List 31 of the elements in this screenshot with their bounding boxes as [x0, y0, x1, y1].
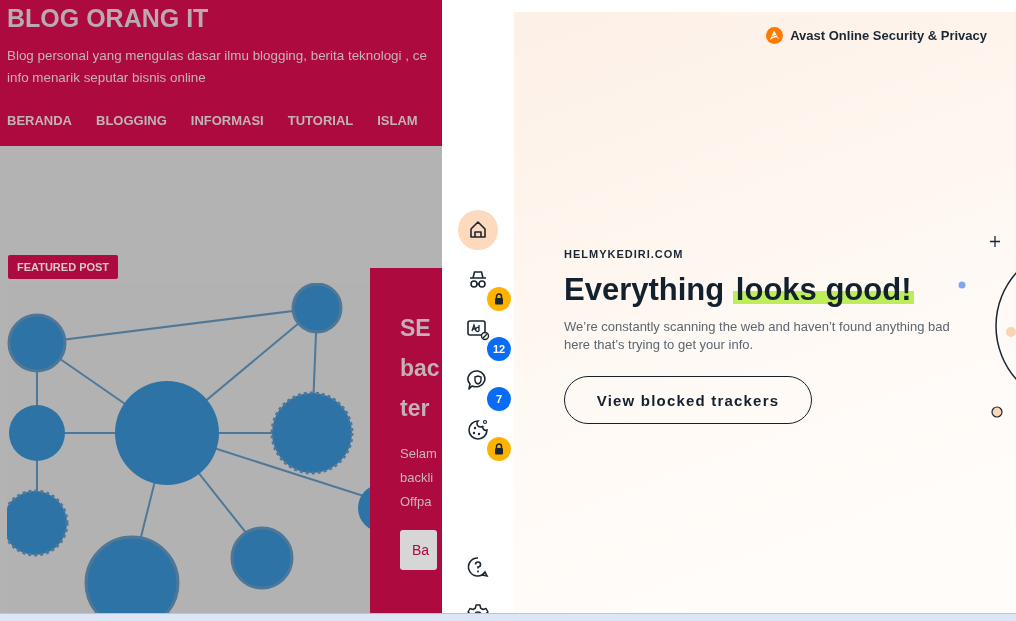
count-badge: 12 [487, 337, 511, 361]
product-name: Avast Online Security & Privacy [790, 28, 987, 43]
sidebar-item[interactable] [465, 317, 491, 343]
ad-block-icon [466, 318, 490, 342]
nav-link[interactable]: ISLAM [377, 113, 418, 128]
post-excerpt: Offpa [400, 493, 433, 511]
nav-link[interactable]: INFORMASI [190, 113, 264, 128]
status-message: We’re constantly scanning the web and haven’t found anything bad here that’s trying to get your info. [564, 318, 951, 354]
dot-icon [958, 281, 966, 289]
cookie-icon [466, 418, 490, 442]
lock-icon [494, 293, 504, 305]
post-title[interactable]: SE [400, 308, 440, 348]
site-domain: HELMYKEDIRI.COM [564, 248, 684, 260]
sidebar-item[interactable] [465, 417, 491, 443]
nav-link[interactable]: TUTORIAL [287, 113, 354, 128]
tagline-text: Blog personal yang mengulas dasar ilmu blogging, berita teknologi , ce [7, 47, 428, 65]
shield-logo-icon [766, 27, 784, 44]
featured-badge: FEATURED POST [8, 255, 119, 279]
sidebar-item[interactable] [458, 210, 498, 250]
count-badge: 7 [487, 387, 511, 411]
tagline-text: info menarik seputar bisnis online [7, 69, 207, 87]
nav-link[interactable]: BERANDA [7, 113, 72, 128]
lock-icon [494, 443, 504, 455]
blog-title[interactable]: BLOG ORANG IT [7, 3, 442, 33]
post-title[interactable]: bac [400, 348, 440, 388]
post-title[interactable]: ter [400, 388, 440, 428]
post-excerpt: backli [400, 469, 435, 487]
post-excerpt: Selam [400, 445, 437, 463]
read-more-button[interactable]: Ba [400, 530, 438, 570]
help-icon[interactable] [466, 555, 490, 579]
nav-link[interactable]: BLOGGING [96, 113, 167, 128]
